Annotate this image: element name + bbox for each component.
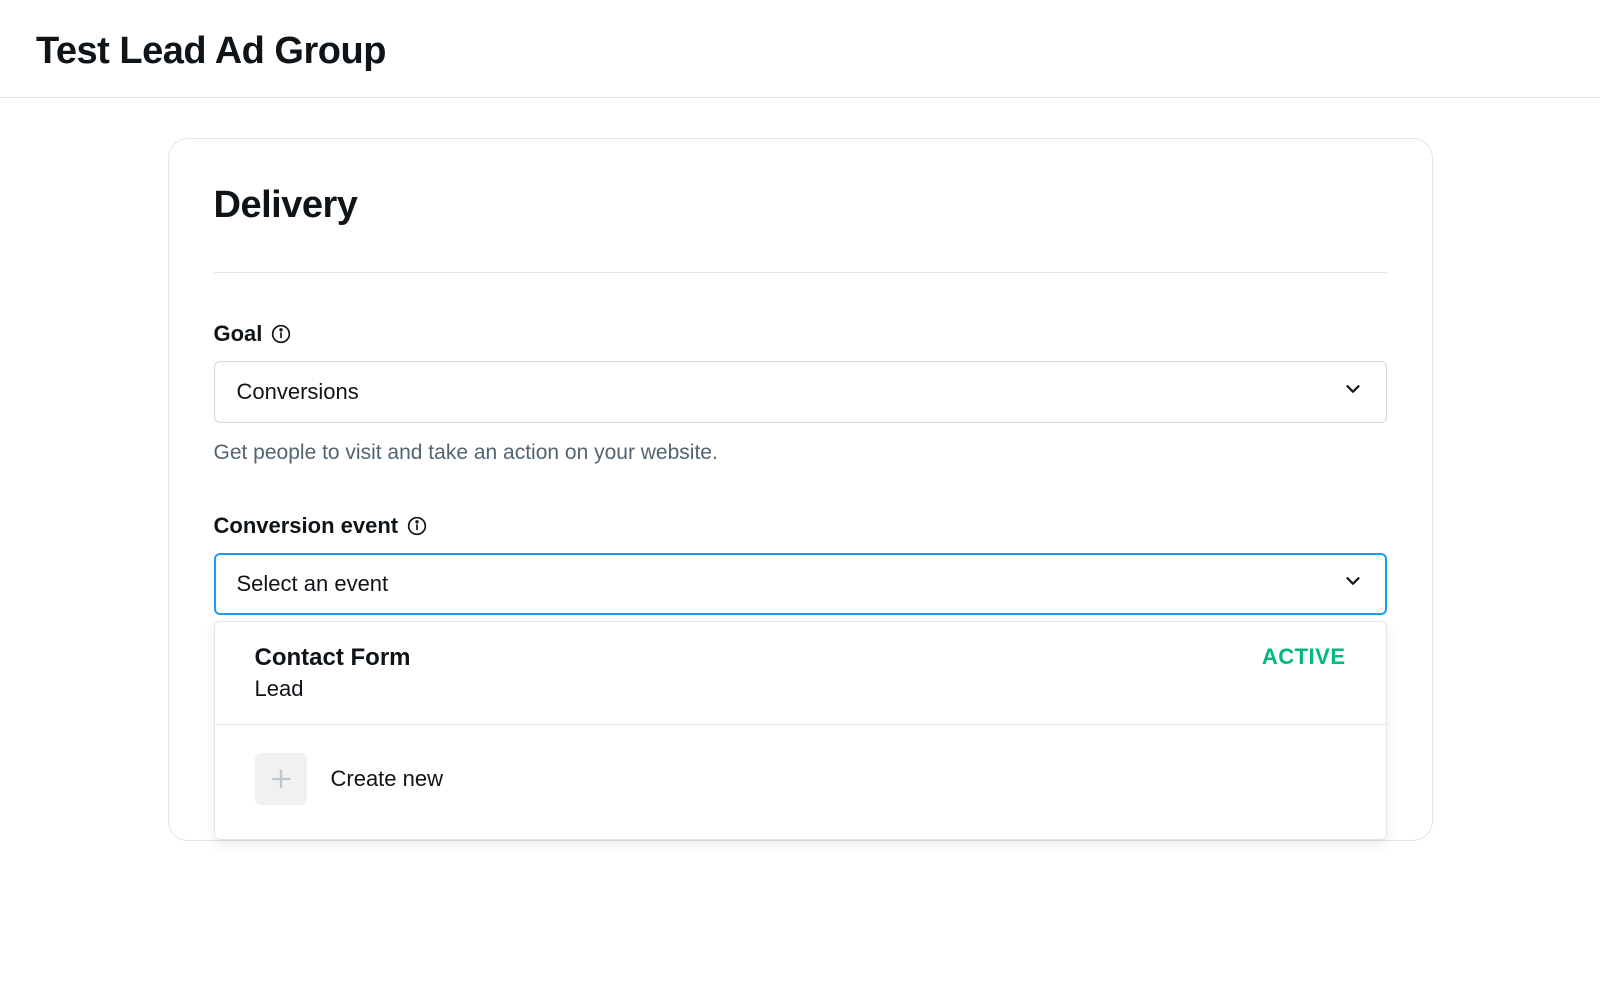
status-badge: ACTIVE [1262, 644, 1346, 670]
goal-label: Goal [214, 321, 263, 347]
create-new-label: Create new [331, 766, 444, 792]
chevron-down-icon [1342, 378, 1364, 406]
plus-icon [255, 753, 307, 805]
info-icon[interactable] [270, 323, 292, 345]
conversion-event-field-group: Conversion event Select an event [214, 513, 1387, 840]
conversion-event-dropdown: Contact Form Lead ACTIVE Create new [214, 621, 1387, 840]
goal-select[interactable]: Conversions [214, 361, 1387, 423]
dropdown-option[interactable]: Contact Form Lead ACTIVE [215, 622, 1386, 725]
create-new-option[interactable]: Create new [215, 725, 1386, 839]
option-title: Contact Form [255, 644, 1262, 672]
info-icon[interactable] [406, 515, 428, 537]
page-title: Test Lead Ad Group [36, 30, 1564, 73]
conversion-event-placeholder: Select an event [237, 571, 389, 597]
goal-selected-value: Conversions [237, 379, 359, 405]
conversion-event-label: Conversion event [214, 513, 399, 539]
conversion-event-select[interactable]: Select an event [214, 553, 1387, 615]
option-subtitle: Lead [255, 676, 1262, 702]
goal-field-group: Goal Conversions Get people to visit and… [214, 321, 1387, 465]
goal-helper-text: Get people to visit and take an action o… [214, 441, 1387, 465]
divider [214, 272, 1387, 273]
delivery-card: Delivery Goal Conversions Get peop [168, 138, 1433, 841]
chevron-down-icon [1342, 570, 1364, 598]
delivery-section-title: Delivery [214, 184, 1387, 227]
